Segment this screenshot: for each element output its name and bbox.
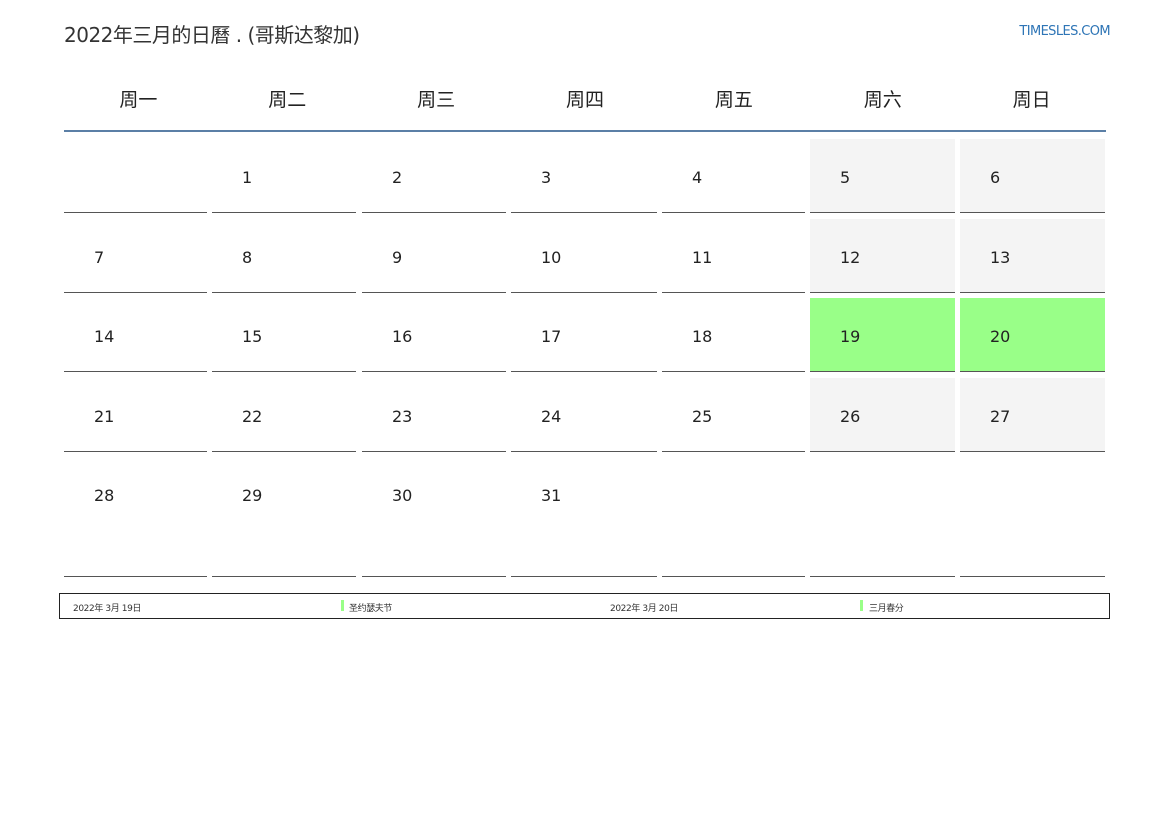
- day-number: 3: [541, 168, 552, 187]
- holiday-name: 三月春分: [869, 604, 904, 614]
- day-cell: 16: [362, 298, 506, 372]
- holiday-date: 2022年 3月 20日: [610, 604, 679, 614]
- day-cell: 1: [212, 139, 356, 213]
- day-number: 26: [840, 407, 861, 426]
- day-number: 18: [692, 327, 713, 346]
- day-number: 24: [541, 407, 562, 426]
- day-number: 20: [990, 327, 1011, 346]
- day-cell: 5: [810, 139, 955, 213]
- day-cell: 8: [212, 219, 356, 293]
- day-cell: 20: [960, 298, 1105, 372]
- day-cell: 18: [662, 298, 805, 372]
- day-cell: 13: [960, 219, 1105, 293]
- day-cell: 26: [810, 378, 955, 452]
- day-number: 21: [94, 407, 115, 426]
- day-number: 14: [94, 327, 115, 346]
- day-cell: 9: [362, 219, 506, 293]
- day-number: 27: [990, 407, 1011, 426]
- day-cell: 31: [511, 457, 657, 577]
- holiday-name: 圣约瑟夫节: [349, 604, 393, 614]
- day-number: 11: [692, 248, 713, 267]
- day-cell: 4: [662, 139, 805, 213]
- page-title: 2022年三月的日曆 . (哥斯达黎加): [64, 23, 360, 47]
- day-cell: 28: [64, 457, 207, 577]
- weekday-fri: 周五: [714, 89, 753, 111]
- day-number: 9: [392, 248, 403, 267]
- day-cell: 6: [960, 139, 1105, 213]
- day-number: 8: [242, 248, 253, 267]
- day-number: 19: [840, 327, 861, 346]
- day-cell: 7: [64, 219, 207, 293]
- day-cell: 14: [64, 298, 207, 372]
- day-cell: 25: [662, 378, 805, 452]
- day-cell: [810, 457, 955, 577]
- weekday-sun: 周日: [1012, 89, 1051, 111]
- day-cell: 22: [212, 378, 356, 452]
- day-number: 5: [840, 168, 851, 187]
- day-cell: [960, 457, 1105, 577]
- day-number: 4: [692, 168, 703, 187]
- day-cell: 24: [511, 378, 657, 452]
- day-number: 30: [392, 486, 413, 505]
- day-cell: 21: [64, 378, 207, 452]
- day-cell: 17: [511, 298, 657, 372]
- day-number: 28: [94, 486, 115, 505]
- day-number: 29: [242, 486, 263, 505]
- weekday-header: 周一 周二 周三 周四 周五 周六 周日: [64, 84, 1106, 132]
- day-number: 15: [242, 327, 263, 346]
- day-cell: 30: [362, 457, 506, 577]
- day-cell: 27: [960, 378, 1105, 452]
- day-number: 22: [242, 407, 263, 426]
- site-link[interactable]: TIMESLES.COM: [1019, 24, 1110, 39]
- day-number: 7: [94, 248, 105, 267]
- weekday-thu: 周四: [566, 89, 605, 111]
- holiday-marker: [341, 600, 344, 611]
- day-number: 17: [541, 327, 562, 346]
- day-cell: 19: [810, 298, 955, 372]
- day-cell: [64, 139, 207, 213]
- weekday-mon: 周一: [119, 89, 158, 111]
- day-cell: 3: [511, 139, 657, 213]
- weekday-wed: 周三: [417, 89, 456, 111]
- day-number: 25: [692, 407, 713, 426]
- day-cell: 12: [810, 219, 955, 293]
- holiday-date: 2022年 3月 19日: [73, 604, 142, 614]
- weekday-tue: 周二: [268, 89, 307, 111]
- day-number: 10: [541, 248, 562, 267]
- weekday-sat: 周六: [863, 89, 902, 111]
- day-number: 2: [392, 168, 403, 187]
- day-number: 6: [990, 168, 1001, 187]
- day-cell: 11: [662, 219, 805, 293]
- day-cell: 10: [511, 219, 657, 293]
- day-cell: 29: [212, 457, 356, 577]
- day-number: 31: [541, 486, 562, 505]
- day-cell: [662, 457, 805, 577]
- holiday-legend: 2022年 3月 19日 圣约瑟夫节 2022年 3月 20日 三月春分: [59, 593, 1110, 619]
- day-number: 13: [990, 248, 1011, 267]
- day-cell: 23: [362, 378, 506, 452]
- day-number: 1: [242, 168, 253, 187]
- day-number: 12: [840, 248, 861, 267]
- day-cell: 2: [362, 139, 506, 213]
- day-number: 23: [392, 407, 413, 426]
- holiday-marker: [860, 600, 863, 611]
- day-cell: 15: [212, 298, 356, 372]
- day-number: 16: [392, 327, 413, 346]
